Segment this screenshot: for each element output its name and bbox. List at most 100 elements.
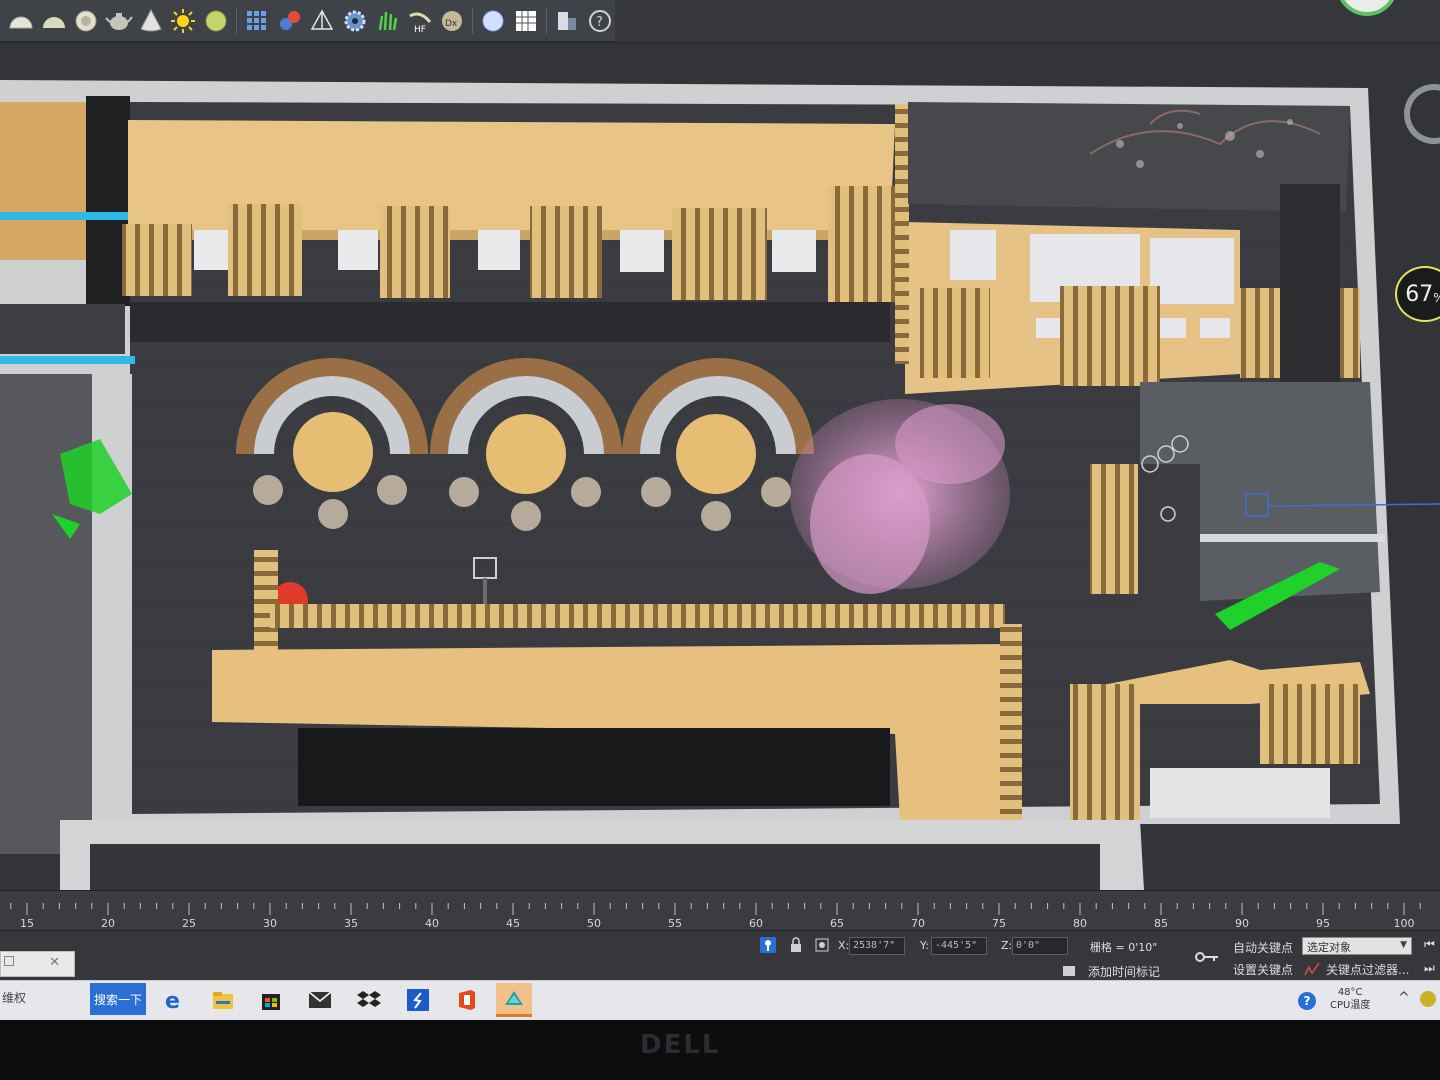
toolbar-separator [236,7,238,34]
tray-app-icon[interactable] [1420,991,1436,1007]
svg-text:Dx: Dx [445,19,458,29]
auto-key-button[interactable]: 自动关键点 [1233,939,1293,956]
3dsmax-icon[interactable] [496,983,532,1017]
grass-icon[interactable] [372,5,402,37]
grid-size-text: 栅格 = 0'10" [1090,941,1158,954]
timeline-ruler[interactable]: 15 20 25 30 35 40 45 50 55 60 65 70 75 80 85 90 95 100 [0,890,1440,930]
bottom-floor-shadow [90,844,1100,890]
set-key-button[interactable]: 设置关键点 [1233,961,1293,978]
hair-fur-icon[interactable]: HF [404,5,434,37]
timeline-tick-label: 35 [344,917,358,930]
key-filters-button[interactable]: 关键点过滤器... [1326,961,1409,978]
lock-icon[interactable] [788,937,804,953]
taskbar-left-text: 维权 [2,991,27,1005]
gear-icon[interactable] [339,5,369,37]
time-tag-icon[interactable] [1062,963,1078,979]
right-wall-column [1280,184,1340,384]
y-coordinate-field[interactable]: -445'5" [931,937,987,955]
minimized-panel[interactable]: ✕ [0,951,75,977]
timeline-tick-label: 15 [20,917,34,930]
key-selection-value: 选定对象 [1307,941,1351,954]
chevron-down-icon: ▼ [1400,940,1407,950]
toolbar-empty-area [615,0,1440,42]
search-button[interactable]: 搜索一下 [90,983,146,1015]
z-coordinate-field[interactable]: 0'0" [1012,937,1068,955]
office-icon[interactable] [449,983,485,1017]
pyramid-icon[interactable] [307,5,337,37]
storage-room-door [1140,464,1200,604]
scene-render [0,44,1440,890]
status-bar: ✕ X: 2538'7" Y: -445'5" Z: 0'0" 栅格 = 0'1… [0,930,1440,980]
chevron-up-icon[interactable]: ^ [1398,990,1410,1006]
hemisphere-icon[interactable] [6,5,36,37]
key-icon[interactable] [1194,949,1220,965]
grid-table-icon[interactable] [511,5,541,37]
green-sphere-icon[interactable] [201,5,231,37]
blue-sphere-icon[interactable] [478,5,508,37]
z-label: Z: [1001,939,1013,952]
add-time-tag-button[interactable]: 添加时间标记 [1088,963,1160,980]
key-selection-dropdown[interactable]: 选定对象 ▼ [1302,937,1412,955]
dropbox-icon[interactable] [351,983,387,1017]
toolbar-separator [472,7,474,34]
timeline-tick-label: 80 [1073,917,1087,930]
svg-text:HF: HF [414,25,426,34]
edge-icon[interactable]: e [156,983,192,1017]
screen: HF Dx ? 67 15 20 25 30 35 40 45 50 55 60… [0,0,1440,1080]
store-icon[interactable] [253,983,289,1017]
svg-text:e: e [165,989,180,1012]
render-frame-icon[interactable] [552,5,582,37]
timeline-tick-label: 55 [668,917,682,930]
shadow-band [130,302,890,342]
windows-taskbar: 维权 搜索一下 e ? 48°C CPU温度 ^ [0,980,1440,1020]
dual-sphere-icon[interactable] [275,5,305,37]
x-coordinate-field[interactable]: 2538'7" [849,937,905,955]
main-toolbar: HF Dx ? [0,0,615,42]
selection-lock-icon[interactable] [760,937,776,953]
close-icon[interactable]: ✕ [49,955,60,970]
timeline-tick-label: 90 [1235,917,1249,930]
timeline-tick-label: 95 [1316,917,1330,930]
timeline-tick-label: 85 [1154,917,1168,930]
timeline-tick-label: 65 [830,917,844,930]
restore-icon[interactable] [4,956,14,966]
timeline-tick-label: 40 [425,917,439,930]
displace-icon[interactable]: Dx [437,5,467,37]
zoom-value: 67 [1405,281,1434,307]
selection-line-blue [0,356,135,364]
next-key-icon[interactable]: ⏭ [1424,961,1435,976]
hemisphere-light-icon[interactable] [38,5,68,37]
wood-wall-panel [0,102,90,260]
room-divider [1200,534,1385,542]
timeline-tick-label: 70 [911,917,925,930]
go-to-start-icon[interactable]: ⏮ [1424,937,1435,952]
absolute-mode-icon[interactable] [814,937,830,953]
mail-icon[interactable] [302,983,338,1017]
grid-icon[interactable] [242,5,272,37]
help-icon[interactable]: ? [1298,992,1316,1010]
timeline-ticks: 15 20 25 30 35 40 45 50 55 60 65 70 75 80 85 90 95 100 [10,903,1421,930]
wall-segment [0,304,125,354]
timeline-tick-label: 60 [749,917,763,930]
monitor-brand-logo: DELL [640,1030,721,1060]
sketchup-icon[interactable] [400,983,436,1017]
timeline-tick-label: 45 [506,917,520,930]
timeline-tick-label: 50 [587,917,601,930]
timeline-tick-label: 25 [182,917,196,930]
timeline-tick-label: 75 [992,917,1006,930]
perspective-viewport[interactable]: 67% [0,44,1440,890]
slat-screen [1090,464,1138,594]
sphere-icon[interactable] [71,5,101,37]
y-label: Y: [920,939,929,952]
curve-icon[interactable] [1304,961,1320,977]
teapot-icon[interactable] [103,5,133,37]
help-icon[interactable]: ? [585,5,615,37]
timeline-tick-label: 30 [263,917,277,930]
x-label: X: [838,939,850,952]
toolbar-separator [546,7,548,34]
timeline-tick-label: 20 [101,917,115,930]
sun-icon[interactable] [168,5,198,37]
file-explorer-icon[interactable] [205,983,241,1017]
cone-icon[interactable] [136,5,166,37]
cpu-temp-label: CPU温度 [1330,1000,1371,1011]
